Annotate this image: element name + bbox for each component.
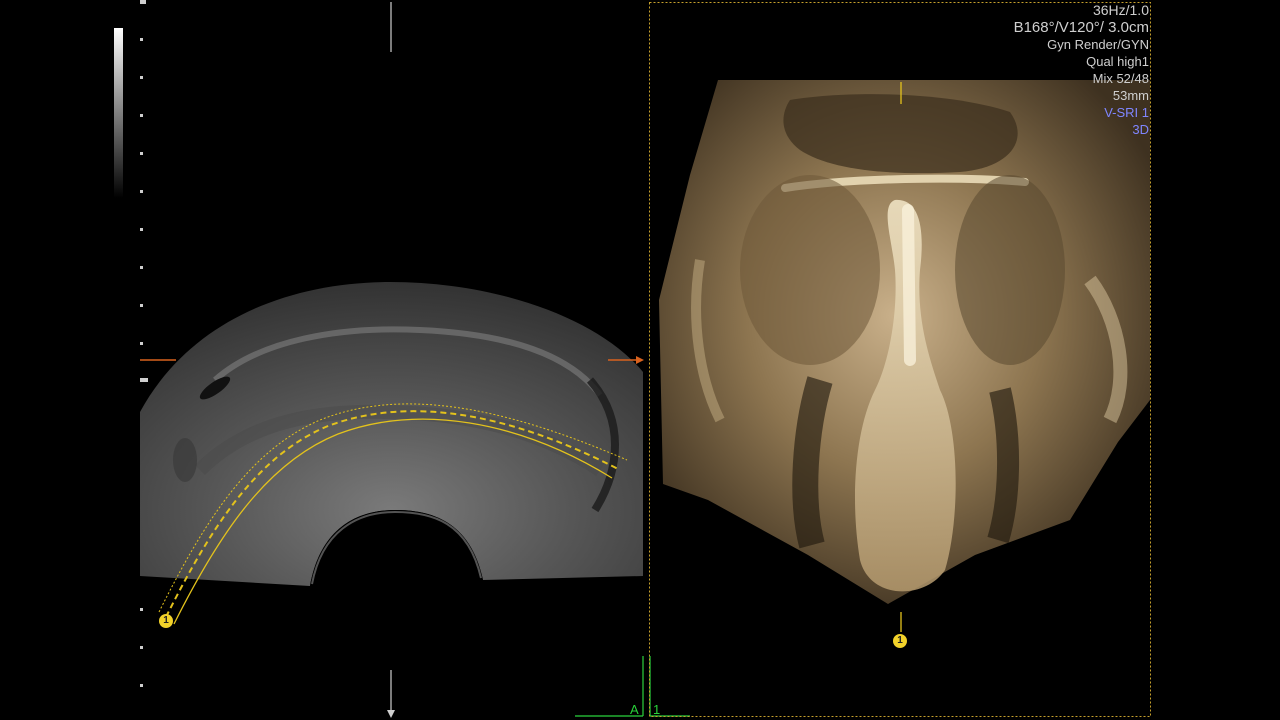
sweep-angle-readout: B168°/V120°/ 3.0cm bbox=[1013, 19, 1149, 36]
axis-label-a: A bbox=[630, 702, 639, 717]
axis-label-1: 1 bbox=[653, 702, 661, 717]
thickness-readout: 53mm bbox=[1112, 88, 1149, 103]
quality-readout: Qual high1 bbox=[1086, 54, 1149, 69]
render-pin-label: 1 bbox=[897, 635, 903, 646]
acquisition-info: 36Hz/1.0 B168°/V120°/ 3.0cm Gyn Render/G… bbox=[1014, 2, 1149, 138]
vsri-readout: V-SRI 1 bbox=[1104, 105, 1149, 120]
mode-3d-readout: 3D bbox=[1132, 122, 1149, 137]
bottom-arrow-icon bbox=[387, 670, 395, 718]
frame-rate-readout: 36Hz/1.0 bbox=[1092, 2, 1149, 18]
curve-start-pin-label: 1 bbox=[163, 615, 169, 626]
mix-readout: Mix 52/48 bbox=[1092, 71, 1149, 86]
depth-scale bbox=[140, 0, 148, 687]
bscan-image bbox=[140, 282, 643, 586]
render-mode-readout: Gyn Render/GYN bbox=[1047, 37, 1149, 52]
grayscale-bar-icon bbox=[114, 28, 123, 198]
volume-render-image[interactable] bbox=[659, 80, 1150, 604]
